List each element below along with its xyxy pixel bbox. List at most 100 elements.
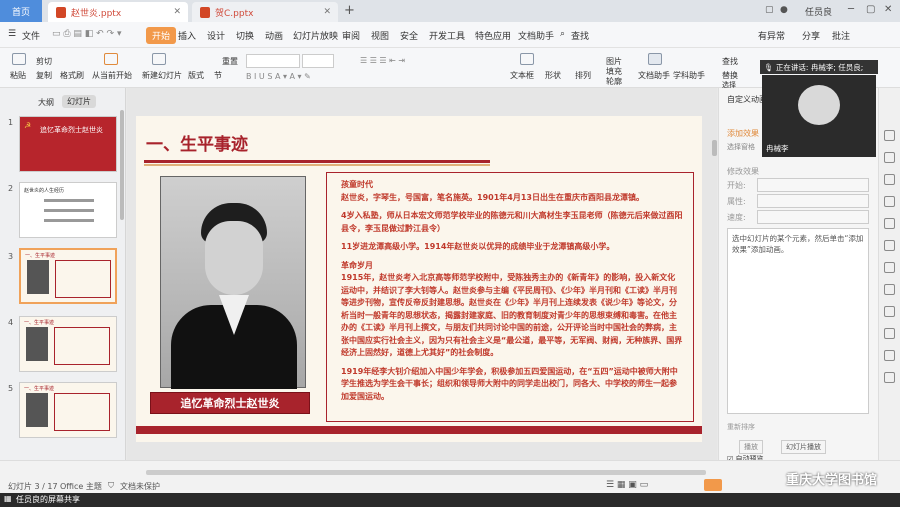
doc-assist-button[interactable]: 文档助手 <box>638 70 670 81</box>
search-icon[interactable]: ⌕ <box>560 29 565 39</box>
paste-icon[interactable] <box>12 53 26 65</box>
menu-search[interactable]: 查找 <box>571 29 589 42</box>
font-size-select[interactable] <box>302 54 334 68</box>
tab-doc-2[interactable]: 贺C.pptx ✕ <box>192 2 338 22</box>
party-emblem-icon: ☭ <box>24 121 32 130</box>
menu-icon[interactable]: ☰ <box>8 29 16 39</box>
slide-thumb-1[interactable]: 追忆革命烈士赵世炎 ☭ <box>19 116 117 172</box>
tab-outline[interactable]: 大纲 <box>38 97 54 108</box>
menu-unsaved[interactable]: 有异常 <box>758 29 785 42</box>
layout-button[interactable]: 版式 <box>188 70 204 81</box>
menu-quick-icons[interactable]: ▭ ⎙ ▤ ◧ ↶ ↷ ▾ <box>52 29 121 39</box>
menu-slideshow[interactable]: 幻灯片放映 <box>293 29 338 42</box>
section-button[interactable]: 节 <box>214 70 222 81</box>
format-icons[interactable]: B I U S A ▾ A ▾ ✎ <box>246 72 311 81</box>
sidebar-tool-icon[interactable] <box>884 284 895 295</box>
close-icon[interactable]: ✕ <box>323 7 331 17</box>
biography-textbox[interactable]: 孩童时代 赵世炎，字琴生，号国富，笔名施英。1901年4月13日出生在重庆市酉阳… <box>326 172 694 422</box>
view-mode-icons[interactable]: ☰ ▦ ▣ ▭ <box>606 480 648 490</box>
user-avatar-icon[interactable]: ● <box>780 5 788 15</box>
sidebar-clipboard-icon[interactable] <box>884 262 895 273</box>
sidebar-animation-icon[interactable] <box>884 130 895 141</box>
sidebar-layout-icon[interactable] <box>884 240 895 251</box>
new-tab-plus-icon[interactable]: + <box>344 3 355 18</box>
start-select[interactable] <box>757 178 869 192</box>
select-pane-button[interactable]: 选择窗格 <box>727 142 755 152</box>
window-close-icon[interactable]: ✕ <box>884 4 892 15</box>
slide-thumb-5[interactable]: 一、生平事迹 <box>19 382 117 438</box>
slide-thumb-2[interactable]: 赵世炎的人生经历 <box>19 182 117 238</box>
protect-status[interactable]: 文档未保护 <box>120 481 160 492</box>
menu-features[interactable]: 特色应用 <box>475 29 511 42</box>
menu-comment[interactable]: 批注 <box>832 29 850 42</box>
doc-assist-icon[interactable] <box>648 53 662 65</box>
canvas-scrollbar[interactable] <box>712 140 717 156</box>
sidebar-select-icon[interactable] <box>884 174 895 185</box>
new-slide-icon[interactable] <box>152 53 166 65</box>
slide-thumb-4[interactable]: 一、生平事迹 <box>19 316 117 372</box>
outline-button[interactable]: 轮廓 <box>606 76 622 87</box>
menu-animation[interactable]: 动画 <box>265 29 283 42</box>
reset-button[interactable]: 重置 <box>222 56 238 67</box>
participant-name: 冉械李 <box>766 144 789 153</box>
close-icon[interactable]: ✕ <box>173 7 181 17</box>
find-button[interactable]: 查找 <box>722 56 738 67</box>
menu-design[interactable]: 设计 <box>207 29 225 42</box>
subject-assist-button[interactable]: 学科助手 <box>673 70 705 81</box>
thumb-scrollbar[interactable] <box>120 110 124 220</box>
slide-thumb-3[interactable]: 一、生平事迹 <box>19 248 117 304</box>
speaking-indicator: 🎙 正在讲话: 冉械李; 任员良; <box>760 60 878 74</box>
animation-list[interactable]: 选中幻灯片的某个元素，然后单击“添加效果”添加动画。 <box>727 228 869 414</box>
paragraph-icons[interactable]: ☰ ☰ ☰ ⇤ ⇥ <box>360 56 405 65</box>
textbox-icon[interactable] <box>520 53 534 65</box>
portrait-caption-box: 追忆革命烈士赵世炎 <box>150 392 310 414</box>
property-select[interactable] <box>757 194 869 208</box>
play-button[interactable]: 播放 <box>739 440 763 454</box>
paste-button[interactable]: 粘贴 <box>10 70 26 81</box>
speaking-text: 正在讲话: 冉械李; 任员良; <box>775 63 864 72</box>
speed-select[interactable] <box>757 210 869 224</box>
menu-security[interactable]: 安全 <box>400 29 418 42</box>
menu-switch[interactable]: 切换 <box>236 29 254 42</box>
tab-slides[interactable]: 幻灯片 <box>62 95 96 108</box>
menu-start[interactable]: 开始 <box>146 27 177 44</box>
shape-button[interactable]: 形状 <box>545 70 561 81</box>
menu-devtools[interactable]: 开发工具 <box>429 29 465 42</box>
menu-insert[interactable]: 插入 <box>178 29 196 42</box>
add-effect-button[interactable]: 添加效果 <box>727 128 759 139</box>
sidebar-list-icon[interactable] <box>884 306 895 317</box>
format-painter-button[interactable]: 格式刷 <box>60 70 84 81</box>
slide-3[interactable]: 一、生平事迹 追忆革命烈士赵世炎 孩童时代 赵世炎，字琴生，号国富，笔名施英。1… <box>136 116 702 442</box>
copy-button[interactable]: 复制 <box>36 70 52 81</box>
user-name[interactable]: 任员良 <box>805 5 832 18</box>
from-start-button[interactable]: 从当前开始 <box>92 70 132 81</box>
menu-file[interactable]: 文件 <box>22 29 40 42</box>
new-slide-button[interactable]: 新建幻灯片 <box>142 70 182 81</box>
layout-icon[interactable]: ▢ <box>765 5 774 15</box>
slide-footer-band <box>136 426 702 434</box>
menu-share[interactable]: 分享 <box>802 29 820 42</box>
sidebar-edit-icon[interactable] <box>884 196 895 207</box>
font-family-select[interactable] <box>246 54 300 68</box>
play-icon[interactable] <box>104 53 118 65</box>
horizontal-scrollbar[interactable] <box>146 470 706 475</box>
menu-review[interactable]: 审阅 <box>342 29 360 42</box>
menu-docassist[interactable]: 文档助手 <box>518 29 554 42</box>
sidebar-settings-icon[interactable] <box>884 152 895 163</box>
sidebar-camera-icon[interactable] <box>884 350 895 361</box>
slideshow-button[interactable]: 幻灯片播放 <box>781 440 826 454</box>
arrange-button[interactable]: 排列 <box>575 70 591 81</box>
play-slideshow-button[interactable] <box>704 479 722 491</box>
tab-doc-1[interactable]: 赵世炎.pptx ✕ <box>48 2 188 22</box>
menu-view[interactable]: 视图 <box>371 29 389 42</box>
minimize-icon[interactable]: ─ <box>848 4 854 15</box>
tab-home[interactable]: 首页 <box>0 0 42 22</box>
textbox-button[interactable]: 文本框 <box>510 70 534 81</box>
right-sidebar <box>878 88 900 460</box>
sidebar-chart-icon[interactable] <box>884 218 895 229</box>
sidebar-help-icon[interactable] <box>884 372 895 383</box>
sidebar-history-icon[interactable] <box>884 328 895 339</box>
maximize-icon[interactable]: ▢ <box>866 4 875 15</box>
cut-button[interactable]: 剪切 <box>36 56 52 67</box>
video-tile[interactable]: 冉械李 <box>762 75 876 157</box>
